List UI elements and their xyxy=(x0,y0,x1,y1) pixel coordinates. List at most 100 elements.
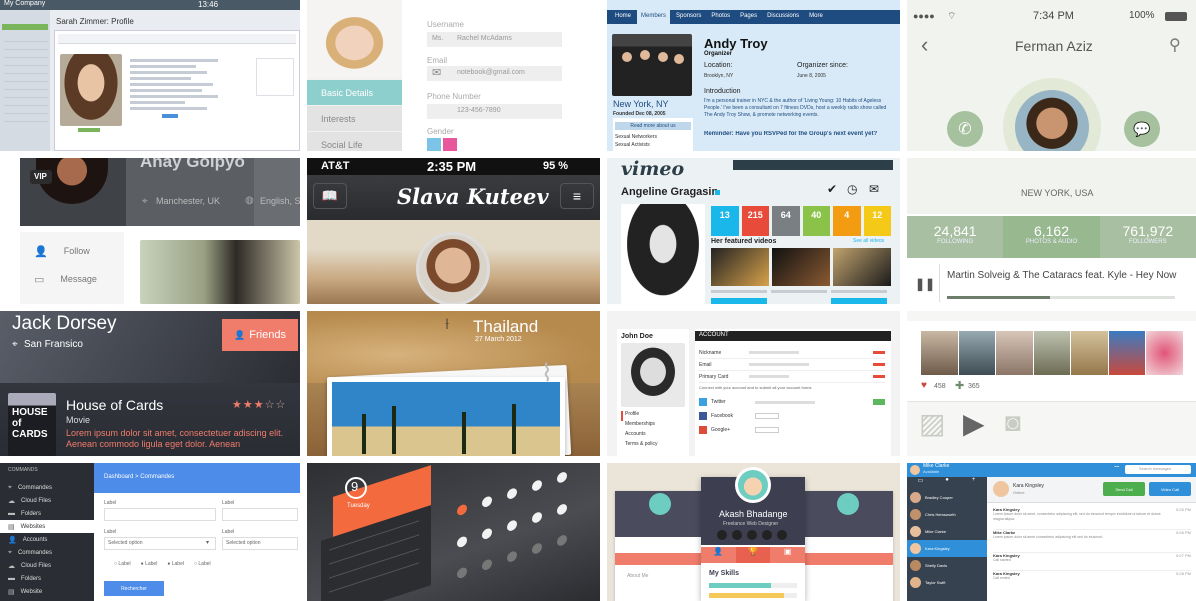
nav-interests[interactable]: Interests xyxy=(307,106,402,131)
follow-button[interactable]: 👤 Follow xyxy=(22,238,122,264)
place-date: 27 March 2012 xyxy=(475,336,522,343)
cloud-icon: ☁ xyxy=(8,497,15,505)
mail-icon[interactable]: ✉ xyxy=(869,182,879,196)
mail-icon: ✉ xyxy=(432,67,442,79)
connect-button[interactable] xyxy=(755,413,779,419)
chat-button[interactable]: 💬 xyxy=(1124,111,1160,147)
heart-icon[interactable]: ♥ xyxy=(921,380,927,391)
status-battery: 100% xyxy=(1129,10,1155,21)
track-progress[interactable] xyxy=(947,296,1175,299)
message-list: Kara Kingsley Lorem ipsum dolor sit amet,… xyxy=(993,507,1191,589)
list-item[interactable]: Kara Kingsley xyxy=(907,540,987,557)
chat-icon[interactable]: ▭ xyxy=(907,477,934,489)
connect-button[interactable] xyxy=(755,427,779,433)
stats-bar: 24,841 FOLLOWING 6,162 PHOTOS & AUDIO 761,… xyxy=(907,216,1196,258)
image-icon[interactable]: ▨ xyxy=(919,407,945,440)
list-item[interactable]: Shelly Davis xyxy=(907,557,987,574)
cloud-icon: ☁ xyxy=(8,562,15,570)
call-button[interactable]: ✆ xyxy=(947,111,983,147)
profile-role: Freelance Web Designer xyxy=(723,521,779,527)
user-icon[interactable]: ⚲ xyxy=(1169,35,1181,55)
send-call-button[interactable]: Send Call xyxy=(1103,482,1145,496)
modify-link[interactable] xyxy=(873,375,885,378)
vimeo-logo: vimeo xyxy=(621,158,685,180)
camera-icon[interactable]: ◙ xyxy=(1005,407,1021,438)
text-input[interactable] xyxy=(104,508,216,521)
nav-social-life[interactable]: Social Life xyxy=(307,132,402,151)
list-item[interactable]: Mike Clarke xyxy=(907,523,987,540)
organizer-role: Organizer xyxy=(704,51,733,57)
tile-photo-strip: ♥ 458 ✚ 365 ▨ ▶ ◙ xyxy=(907,311,1196,456)
pause-icon: ❚❚ xyxy=(914,277,936,291)
location: San Fransico xyxy=(24,339,83,350)
avatar xyxy=(416,232,490,304)
see-all-link[interactable]: See all videos xyxy=(853,238,884,244)
intro-text: I'm a personal trainer in NYC & the auth… xyxy=(704,98,887,118)
gender-female-button[interactable] xyxy=(443,138,457,151)
city: New York, NY xyxy=(613,99,669,109)
profile-name: Slava Kuteev xyxy=(397,184,549,209)
message: Kara Kingsley Lorem ipsum dolor sit amet,… xyxy=(993,507,1191,530)
back-icon[interactable]: ‹ xyxy=(921,32,928,58)
people-list: Bradley Cooper Chris Hemsworth Mike Clar… xyxy=(907,489,987,591)
pause-button[interactable]: ❚❚ xyxy=(914,274,936,294)
status-battery: 95 % xyxy=(543,160,569,172)
chat-icon: 💬 xyxy=(1133,120,1151,137)
list-item[interactable]: Taylor Swift xyxy=(907,574,987,591)
search-button[interactable]: Rechercher xyxy=(104,581,164,596)
account-fields: Nickname Email Primary Card xyxy=(699,347,885,383)
connected-toggle[interactable] xyxy=(873,399,885,405)
day-name: Tuesday xyxy=(347,503,370,509)
gender-male-button[interactable] xyxy=(427,138,441,151)
label-username: Username xyxy=(427,20,464,29)
image-tab-icon[interactable]: ▣ xyxy=(770,547,805,563)
google-icon xyxy=(699,426,707,434)
book-button[interactable]: 📖 xyxy=(313,183,347,209)
video-icon[interactable]: ▶ xyxy=(963,407,985,440)
chevron-down-icon: ▾ xyxy=(206,540,210,546)
photo-thumbs xyxy=(921,331,1184,375)
modify-link[interactable] xyxy=(873,351,885,354)
tile-dark-profile: VIP Anay Golpyo ⌖ Manchester, UK ◍ Engli… xyxy=(0,158,300,304)
add-icon[interactable]: + xyxy=(960,477,987,489)
top-tabs: Home Members Sponsors Photos Pages Discu… xyxy=(607,10,900,24)
profile-name: John Doe xyxy=(621,333,653,340)
message-button[interactable]: ▭ Message xyxy=(22,266,122,292)
file-icon: ▤ xyxy=(8,523,15,531)
phone-icon: ✆ xyxy=(958,121,972,138)
modify-link[interactable] xyxy=(873,363,885,366)
featured-title: Her featured videos xyxy=(711,238,777,245)
profile-name: Ferman Aziz xyxy=(1015,38,1093,54)
friends-button[interactable]: 👤 Friends xyxy=(222,319,298,351)
video-thumbs xyxy=(711,248,891,286)
user-icon: 👤 xyxy=(8,536,17,544)
battery-icon xyxy=(1165,12,1187,21)
user-tab-icon[interactable]: 👤 xyxy=(701,547,736,563)
user-name: Angeline Gragasin xyxy=(621,186,719,198)
save-button[interactable] xyxy=(162,114,178,118)
founded: Founded Dec 08, 2005 xyxy=(613,111,666,117)
trophy-tab-icon[interactable]: 🏆 xyxy=(735,547,771,563)
pin-icon: ⟊ xyxy=(445,316,450,333)
contact-name: Kara Kingsley xyxy=(1013,483,1044,489)
read-more-button[interactable]: Read more about us xyxy=(615,122,691,130)
share-icon[interactable]: ✚ xyxy=(955,379,964,392)
section-header: ACCOUNT xyxy=(699,332,729,338)
clock-icon[interactable]: ◷ xyxy=(847,182,857,196)
social-icons xyxy=(717,530,787,540)
list-item[interactable]: Chris Hemsworth xyxy=(907,506,987,523)
check-icon[interactable]: ✔ xyxy=(827,182,837,196)
tile-account-settings: John Doe Profile Memberships Accounts Te… xyxy=(607,311,900,456)
language: English, S xyxy=(260,196,300,206)
location: NEW YORK, USA xyxy=(1021,188,1094,198)
video-call-button[interactable]: Video Call xyxy=(1149,482,1191,496)
text-input[interactable] xyxy=(222,508,298,521)
contacts-icon[interactable]: ● xyxy=(934,477,961,489)
list-item[interactable]: Bradley Cooper xyxy=(907,489,987,506)
sidebar-menu: ⌖ Commandes ☁ Cloud Files ▬ Folders ▤ Websit… xyxy=(0,481,94,598)
message: Mike Clarke Lorem ipsum dolor sit amet co… xyxy=(993,530,1191,553)
nav-basic-details[interactable]: Basic Details xyxy=(307,80,402,105)
top-nav[interactable] xyxy=(733,160,893,170)
tile-admin-profile: My Company 13:46 Sarah Zimmer: Profile xyxy=(0,0,300,151)
menu-button[interactable]: ≡ xyxy=(560,183,594,209)
